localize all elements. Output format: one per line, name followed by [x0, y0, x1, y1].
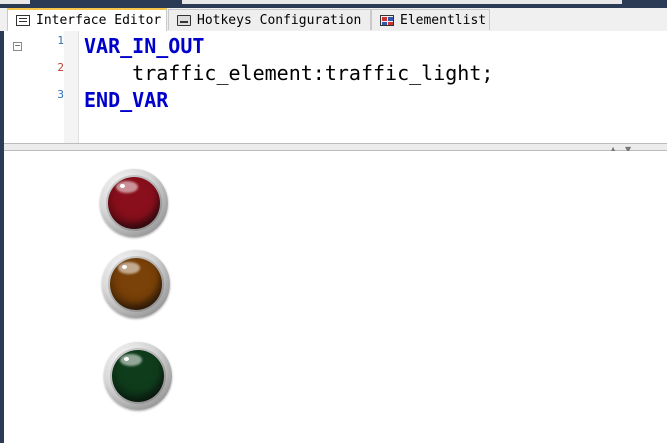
traffic-light-yellow[interactable] [102, 250, 170, 318]
traffic-light-red[interactable] [100, 169, 168, 237]
tab-label: Elementlist [400, 12, 487, 28]
collapse-icon[interactable]: − [13, 42, 22, 51]
line-number: 2 [57, 61, 64, 74]
top-strip-segment [182, 0, 622, 4]
visualization-canvas [4, 151, 667, 443]
element-list-icon [380, 14, 394, 26]
tab-label: Hotkeys Configuration [197, 12, 362, 28]
code-line[interactable]: traffic_element:traffic_light; [84, 61, 493, 85]
lamp-glint [120, 184, 125, 188]
tab-interface-editor[interactable]: Interface Editor [7, 8, 167, 31]
keyboard-icon [177, 14, 191, 26]
editor-icon [16, 15, 30, 26]
lamp-glint [122, 265, 127, 269]
tab-hotkeys-configuration[interactable]: Hotkeys Configuration [168, 9, 371, 30]
declaration-editor[interactable]: − 1 2 3 VAR_IN_OUT traffic_element:traff… [4, 31, 667, 143]
tab-label: Interface Editor [36, 13, 162, 28]
lamp-highlight [120, 354, 142, 366]
lamp-highlight [118, 262, 140, 274]
top-strip-segment [0, 0, 30, 4]
lamp-glint [124, 357, 129, 361]
window-top-strip [0, 0, 667, 8]
pane-splitter[interactable]: ▲ ▼ [4, 143, 667, 154]
line-number: 1 [57, 34, 64, 47]
editor-gutter [64, 31, 79, 143]
code-line[interactable]: VAR_IN_OUT [84, 34, 204, 58]
tab-elementlist[interactable]: Elementlist [371, 9, 490, 30]
traffic-light-green[interactable] [104, 342, 172, 410]
tab-bar: Interface Editor Hotkeys Configuration E… [0, 8, 667, 32]
line-number: 3 [57, 88, 64, 101]
code-line[interactable]: END_VAR [84, 88, 168, 112]
lamp-highlight [116, 181, 138, 193]
